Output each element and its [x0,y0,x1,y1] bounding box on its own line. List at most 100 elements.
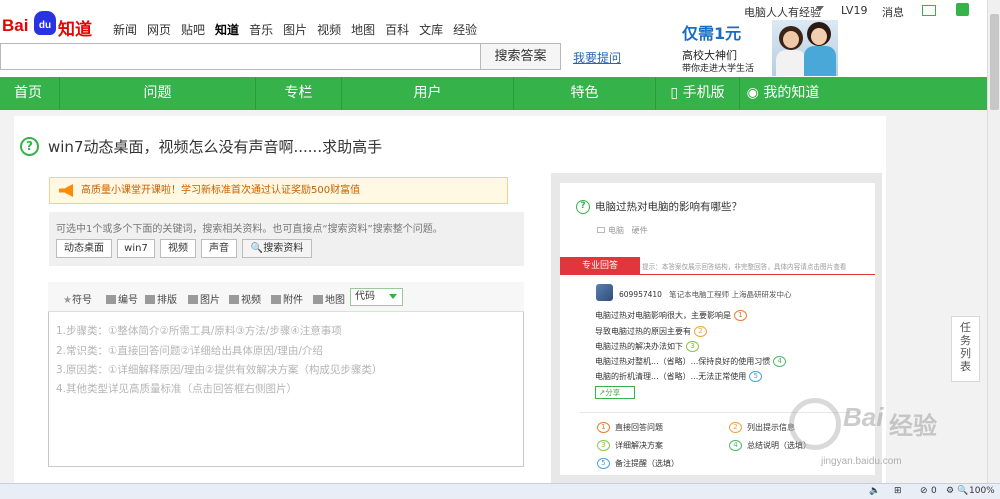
toolbar-label: 视频 [241,295,261,306]
sample-user-id: 609957410 [619,290,662,299]
nav-home[interactable]: 首页 [0,77,60,110]
editor-placeholder-line: 3.原因类：①详细解释原因/理由②提供有效解决方案（构成见步骤类） [56,364,383,376]
vertical-scrollbar[interactable] [987,0,1000,483]
step-number-5: 5 [749,371,763,382]
code-select[interactable]: 代码 [350,288,403,306]
nav-columns[interactable]: 专栏 [256,77,342,110]
nav-my-zhidao[interactable]: ◉ 我的知道 [740,77,826,110]
video-icon [229,295,239,304]
search-answer-button[interactable]: 搜索答案 [481,43,561,70]
zoom-icon[interactable]: 🔍 [957,486,968,496]
question-icon: ? [576,199,590,214]
popup-count: 0 [931,486,937,496]
sample-tag: 电脑 [608,226,624,235]
question-title: win7动态桌面，视频怎么没有声音啊......求助高手 [48,138,383,156]
share-button[interactable]: ↗分享 [595,386,635,399]
nav-link[interactable]: 视频 [317,21,341,38]
nav-mobile[interactable]: ▯ 手机版 [656,77,740,110]
username-link[interactable]: 电脑人人有经验 [744,4,821,20]
keyword-tag[interactable]: win7 [117,239,155,258]
toolbar-video[interactable]: 视频 [229,291,261,306]
nav-link[interactable]: 网页 [147,21,171,38]
nav-questions[interactable]: 问题 [60,77,256,110]
nav-link[interactable]: 地图 [351,21,375,38]
toolbar-map[interactable]: 地图 [313,291,345,306]
notice-banner[interactable]: 高质量小课堂开课啦！学习新标准首次通过认证奖励500财富值 [49,177,508,204]
sample-question: ? 电脑过热对电脑的影响有哪些？ [576,199,742,214]
top-nav: 新闻 网页 贴吧 知道 音乐 图片 视频 地图 百科 文库 经验 [113,21,487,38]
task-list-char: 任 [960,321,971,334]
legend-label: 详细解决方案 [615,441,663,450]
legend-item: 1 直接回答问题 [597,422,663,433]
gear-icon[interactable]: ⚙ [946,486,954,496]
chevron-down-icon [389,294,397,299]
map-icon [313,295,323,304]
sample-tag: 硬件 [631,226,648,235]
legend-number: 1 [597,422,610,433]
sample-step-text: 电脑过热对电脑影响很大，主要影响是 [595,311,731,320]
toolbar-image[interactable]: 图片 [188,291,220,306]
toolbar-attachment[interactable]: 附件 [271,291,303,306]
promo-person-body [804,46,836,76]
nav-link[interactable]: 百科 [385,21,409,38]
promo-banner[interactable]: 仅需1元 高校大神们 带你走进大学生活 [676,20,838,76]
promo-person-face [811,28,827,45]
nav-link[interactable]: 经验 [453,21,477,38]
chevron-down-icon[interactable] [816,6,824,11]
paw-watermark-icon [789,398,841,450]
legend-number: 5 [597,458,610,469]
sample-step: 电脑过热对整机...（省略）...保持良好的使用习惯 4 [595,356,787,367]
level-badge[interactable]: LV19 [841,4,867,17]
promo-person-face [783,31,799,48]
toolbar-numbering[interactable]: 编号 [106,291,138,306]
popup-blocker-icon[interactable]: ⊘ [920,486,928,496]
watermark: Bai 经验 jingyan.baidu.com [781,394,956,469]
editor-placeholder-line: 4.其他类型详见高质量标准（点击回答框右侧图片） [56,383,298,395]
step-number-3: 3 [686,341,699,352]
toolbar-symbol[interactable]: ★符号 [63,291,92,306]
keyword-tag[interactable]: 动态桌面 [56,239,112,258]
sample-user: 609957410 笔记本电脑工程师 上海晶研研发中心 [619,289,792,300]
search-materials-button[interactable]: 🔍搜索资料 [242,239,312,258]
keyword-tag[interactable]: 视频 [160,239,196,258]
toolbar-layout[interactable]: 排版 [145,291,177,306]
ask-question-link[interactable]: 我要提问 [573,49,621,66]
sample-step: 电脑的折机清理...（省略）...无法正常使用 5 [595,371,763,382]
legend-item: 5 备注提醒（选填） [597,458,679,469]
keyword-hint: 可选中1个或多个下面的关键词，搜索相关资料。也可直接点“搜索资料”搜索整个问题。 [56,224,443,235]
mail-icon[interactable] [922,5,936,16]
list-number-icon [106,295,116,304]
nav-mobile-label: 手机版 [682,85,725,101]
attachment-icon [271,295,281,304]
step-number-2: 2 [694,326,707,337]
nav-link[interactable]: 知道 [215,21,239,38]
search-materials-label: 搜索资料 [263,243,304,254]
legend-number: 2 [729,422,742,433]
status-bar: 🔈 ⊞ ⊘ 0 ⚙ 🔍 100% [0,483,1000,499]
task-list-button[interactable]: 任务列表 [951,316,980,382]
sample-step: 电脑过热对电脑影响很大，主要影响是 1 [595,310,747,321]
nav-link[interactable]: 新闻 [113,21,137,38]
nav-link[interactable]: 音乐 [249,21,273,38]
promo-line3: 带你走进大学生活 [682,64,755,74]
task-list-char: 务 [960,334,971,347]
question-icon: ? [20,137,39,156]
messages-link[interactable]: 消息 [882,4,904,20]
nav-link[interactable]: 文库 [419,21,443,38]
divider [560,274,875,275]
gift-icon[interactable] [956,3,969,16]
nav-features[interactable]: 特色 [514,77,656,110]
nav-users[interactable]: 用户 [342,77,514,110]
keyword-tag[interactable]: 声音 [201,239,237,258]
toolbar-label: 附件 [283,295,303,306]
speaker-icon[interactable]: 🔈 [869,486,880,496]
nav-link[interactable]: 图片 [283,21,307,38]
legend-label: 直接回答问题 [615,423,663,432]
baidu-zhidao-logo[interactable]: Bai du 知道 [2,10,102,40]
zoom-level[interactable]: 100% [969,486,995,496]
compat-icon[interactable]: ⊞ [894,486,902,496]
scrollbar-thumb[interactable] [990,14,999,110]
search-input[interactable] [0,43,481,70]
nav-link[interactable]: 贴吧 [181,21,205,38]
pro-answer-badge: 专业回答 [560,257,640,275]
